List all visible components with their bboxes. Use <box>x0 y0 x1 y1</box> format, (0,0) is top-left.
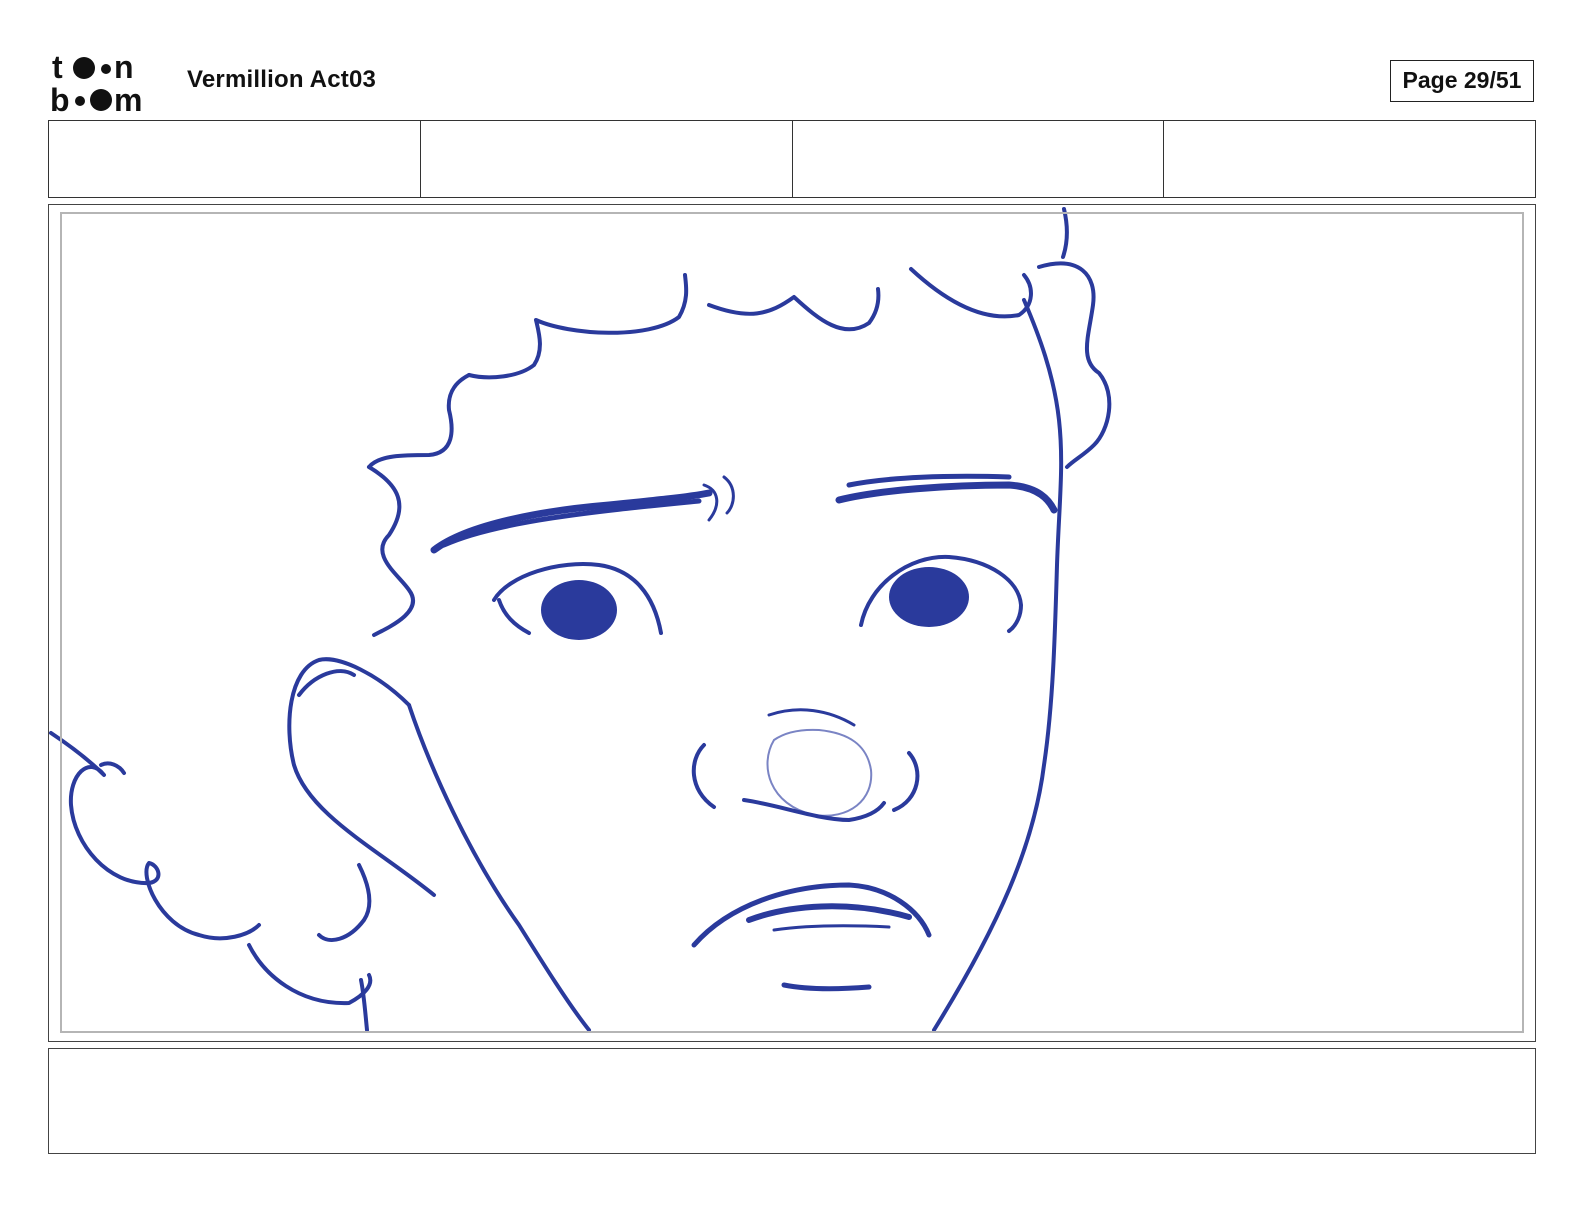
hair-curl-lower <box>247 943 373 1006</box>
eyebrow-right <box>835 481 1058 514</box>
face-outline-right <box>932 298 1064 1032</box>
hair-curl-lower-left <box>49 731 261 941</box>
panel-info-row <box>48 120 1536 198</box>
ear-outline <box>287 657 436 897</box>
eye-right-iris <box>889 567 969 627</box>
chin-line <box>781 982 872 992</box>
panel-info-cell <box>421 121 793 197</box>
toonboom-logo-mark: t n b m <box>50 49 142 118</box>
storyboard-panel <box>48 204 1536 1042</box>
hair-curl <box>367 373 471 469</box>
nose-left <box>691 743 716 809</box>
eyebrow-left <box>430 489 713 554</box>
eyebrow-left-detail <box>722 475 735 515</box>
face-outline-left <box>407 703 591 1032</box>
svg-text:n: n <box>114 49 134 85</box>
eye-left-lower <box>497 598 531 635</box>
panel-info-cell <box>793 121 1165 197</box>
panel-sketch <box>49 207 1112 1032</box>
nose-top <box>767 708 856 727</box>
hair-curl <box>909 267 1033 319</box>
hair-curl <box>707 287 881 332</box>
svg-text:b: b <box>50 82 70 116</box>
nose-base <box>742 798 886 822</box>
svg-text:m: m <box>114 82 142 116</box>
hair-strand <box>1061 207 1069 259</box>
panel-info-cell <box>1164 121 1535 197</box>
hair-detail <box>99 761 126 775</box>
eye-left-iris <box>541 580 617 640</box>
panel-notes-box <box>48 1048 1536 1154</box>
toonboom-logo: t n b m <box>50 48 166 118</box>
svg-text:t: t <box>52 49 63 85</box>
mouth-shade <box>746 903 912 923</box>
mouth-lower <box>772 924 891 932</box>
ear-detail <box>297 669 356 697</box>
hair-curl <box>467 273 689 380</box>
panel-info-cell <box>49 121 421 197</box>
project-title: Vermillion Act03 <box>187 66 377 93</box>
hair-curl-lower <box>317 863 372 942</box>
nose-right <box>892 751 920 812</box>
page-number: Page 29/51 <box>1390 60 1534 102</box>
hair-curl-left <box>367 465 415 637</box>
nose-tip <box>766 728 873 817</box>
